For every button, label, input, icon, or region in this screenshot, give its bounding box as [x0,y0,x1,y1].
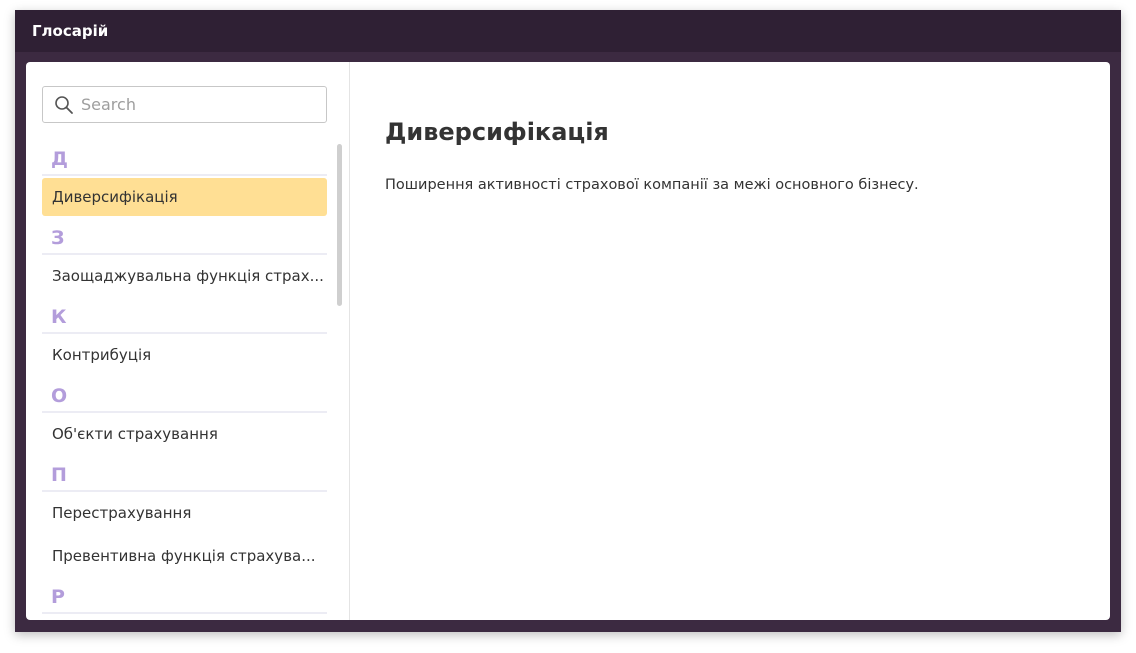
term-definition: Поширення активності страхової компанії … [385,177,919,193]
term-title: Диверсифікація [385,118,609,146]
definition-pane: Диверсифікація Поширення активності стра… [385,62,1110,620]
letter-heading: О [42,379,327,413]
sidebar: ДДиверсифікація ЗЗаощаджувальна функція с… [26,62,350,620]
sidebar-scrollbar[interactable] [337,144,342,306]
search-field[interactable] [42,86,327,123]
search-icon [55,96,73,114]
letter-heading: П [42,458,327,492]
glossary-window: Глосарій ДДиверсифікаціяЗЗаощаджувальна … [15,10,1121,632]
letter-heading: Р [42,580,327,614]
glossary-panel: ДДиверсифікаціяЗЗаощаджувальна функція с… [26,62,1110,620]
glossary-item-active[interactable]: Диверсифікація [42,178,327,216]
glossary-item[interactable]: Превентивна функція страхува... [42,537,327,575]
letter-heading: К [42,300,327,334]
search-input[interactable] [81,87,317,122]
glossary-list: Д Диверсифікація З Заощаджувальна функція с… [42,142,327,620]
window-title: Глосарій [15,10,1121,52]
glossary-item[interactable]: Об'єкти страхування [42,415,327,453]
glossary-item[interactable]: Перестрахування [42,494,327,532]
glossary-item[interactable]: Контрибуція [42,336,327,374]
glossary-item[interactable]: Заощаджувальна функція страх... [42,257,327,295]
letter-heading: З [42,221,327,255]
letter-heading: Д [42,142,327,176]
